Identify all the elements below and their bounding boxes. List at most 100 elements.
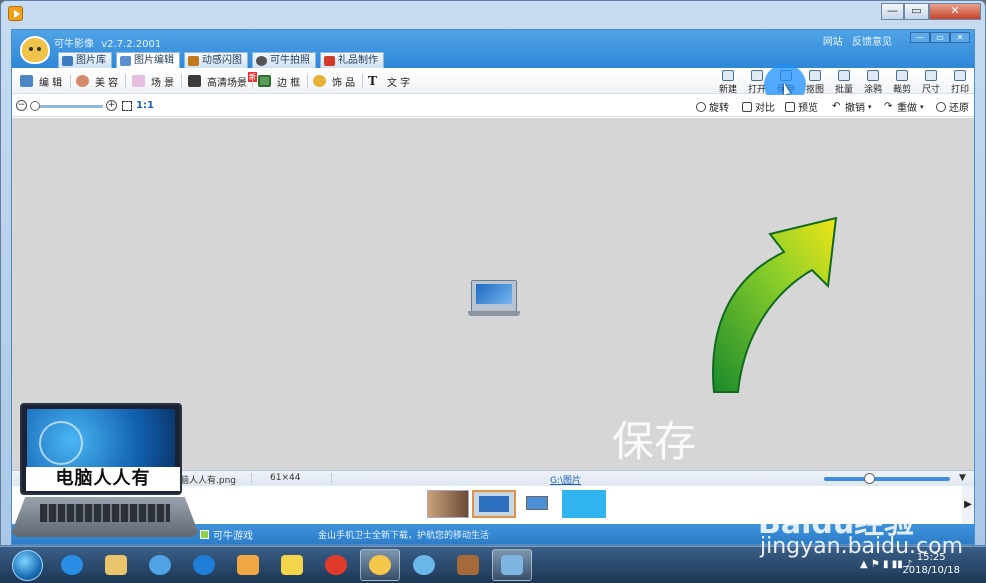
desktop: — ▭ ✕ 可牛影像 v2.7.2.2001 网站 反馈意见 — ▭ ✕ 图片库… — [0, 0, 986, 583]
hd-scene-icon — [188, 75, 201, 87]
edit-picture-icon — [120, 55, 131, 66]
tool-beauty[interactable]: 美 容 — [76, 73, 118, 89]
compare-button[interactable]: 对比 — [742, 99, 775, 114]
taskbar-app-9[interactable] — [404, 549, 444, 581]
doodle-icon — [867, 70, 879, 81]
taskbar-ie-2[interactable] — [184, 549, 224, 581]
taskbar-game[interactable] — [316, 549, 356, 581]
browser-icon — [149, 555, 171, 575]
paint-icon — [237, 555, 259, 575]
taskbar-app-3[interactable] — [140, 549, 180, 581]
tab-picture-edit[interactable]: 图片编辑 — [116, 52, 180, 68]
zoom-in-icon[interactable]: + — [106, 100, 117, 111]
taskbar-kuniu[interactable] — [360, 549, 400, 581]
maximize-button[interactable]: ▭ — [904, 3, 929, 20]
frame-icon — [258, 75, 271, 87]
baidu-url-watermark: jingyan.baidu.com — [760, 534, 964, 559]
camera-icon — [256, 55, 267, 66]
thumbnail-blue[interactable] — [562, 490, 606, 518]
open-folder-icon — [751, 70, 763, 81]
fit-screen-icon[interactable] — [122, 101, 132, 111]
pinwheel-icon — [413, 555, 435, 575]
thumbnail-slider-thumb[interactable] — [864, 473, 875, 484]
clover-icon — [313, 75, 326, 87]
taskbar-app-6[interactable] — [272, 549, 312, 581]
app-minimize-button[interactable]: — — [910, 32, 930, 43]
tool-decoration[interactable]: 饰 品 — [313, 73, 355, 89]
laptop-image[interactable] — [468, 280, 520, 316]
tab-gallery[interactable]: 图片库 — [58, 52, 112, 68]
promo-link[interactable]: 金山手机卫士全新下载，护航您的移动生活 — [318, 528, 489, 541]
tool-scene[interactable]: 场 景 — [132, 73, 174, 89]
folder-path-link[interactable]: G:\图片 — [550, 473, 581, 486]
undo-button[interactable]: ↶ 撤销 ▾ — [832, 99, 872, 114]
cow-app-icon — [369, 555, 391, 575]
games-link[interactable]: 可牛游戏 — [200, 527, 253, 542]
taskbar-paint[interactable] — [228, 549, 268, 581]
undo-dropdown-icon[interactable]: ▾ — [868, 103, 872, 111]
ie-icon — [61, 555, 83, 575]
text-t-icon: T — [368, 74, 377, 88]
tab-gift[interactable]: 礼品制作 — [320, 52, 384, 68]
zoom-slider-thumb[interactable] — [30, 101, 40, 111]
crop-button[interactable]: 裁剪 — [889, 70, 915, 95]
restore-icon — [936, 101, 946, 112]
print-button[interactable]: 打印 — [947, 70, 973, 95]
divider — [181, 74, 182, 88]
tool-edit[interactable]: 编 辑 — [20, 73, 62, 89]
size-button[interactable]: 尺寸 — [918, 70, 944, 95]
app-maximize-button[interactable]: ▭ — [930, 32, 950, 43]
zoom-out-icon[interactable]: − — [16, 100, 27, 111]
collapse-icon[interactable]: ▼ — [959, 473, 966, 483]
tool-text[interactable]: T文 字 — [368, 73, 410, 89]
cutout-icon — [809, 70, 821, 81]
rotate-button[interactable]: 旋转 — [696, 99, 729, 114]
start-button[interactable] — [12, 550, 43, 581]
taskbar-ie[interactable] — [52, 549, 92, 581]
batch-button[interactable]: 批量 — [831, 70, 857, 95]
caption-overlay: 保存 — [612, 417, 697, 466]
thumbnail-laptop-selected[interactable] — [472, 490, 516, 518]
tab-camera[interactable]: 可牛拍照 — [252, 52, 316, 68]
preview-button[interactable]: 预览 — [785, 99, 818, 114]
face-icon — [76, 75, 89, 87]
animation-icon — [188, 55, 199, 66]
clock-date: 2018/10/18 — [902, 565, 960, 576]
feedback-link[interactable]: 反馈意见 — [852, 37, 892, 48]
window-icon — [501, 555, 523, 575]
taskbar-window[interactable] — [492, 549, 532, 581]
thumbnail-laptop-small[interactable] — [524, 490, 550, 518]
restore-button[interactable]: 还原 — [936, 99, 969, 114]
notes-icon — [281, 555, 303, 575]
scroll-right-arrow-icon[interactable]: ▶ — [962, 486, 974, 524]
laptop-label: 电脑人人有 — [26, 467, 180, 491]
tab-animation[interactable]: 动感闪图 — [184, 52, 248, 68]
zoom-slider[interactable] — [30, 101, 103, 111]
doodle-button[interactable]: 涂鸦 — [860, 70, 886, 95]
games-icon — [200, 530, 209, 539]
tool-border[interactable]: 边 框 — [258, 73, 300, 89]
cow-logo-icon — [20, 36, 50, 64]
redo-dropdown-icon[interactable]: ▾ — [920, 103, 924, 111]
close-button[interactable]: ✕ — [929, 3, 981, 20]
taskbar-explorer[interactable] — [96, 549, 136, 581]
taskbar-tools[interactable] — [448, 549, 488, 581]
scene-icon — [132, 75, 145, 87]
tool-hd-scene[interactable]: 高清场景新 — [188, 72, 257, 89]
chess-icon — [325, 555, 347, 575]
website-link[interactable]: 网站 — [823, 37, 843, 48]
minimize-button[interactable]: — — [881, 3, 904, 20]
new-button[interactable]: 新建 — [715, 70, 741, 95]
tool-row: 编 辑 美 容 场 景 高清场景新 边 框 饰 品 T文 字 新建 打开 保存 … — [12, 64, 974, 106]
thumbnail-photo-1[interactable] — [427, 490, 469, 518]
compare-icon — [742, 101, 752, 112]
app-close-button[interactable]: ✕ — [950, 32, 970, 43]
app-titlebar: 可牛影像 v2.7.2.2001 网站 反馈意见 — ▭ ✕ 图片库 图片编辑 … — [12, 30, 974, 68]
actual-size-button[interactable]: 1:1 — [136, 100, 154, 111]
divider — [362, 74, 363, 88]
tools-icon — [457, 555, 479, 575]
redo-button[interactable]: ↷ 重做 ▾ — [884, 99, 924, 114]
app-name: 可牛影像 v2.7.2.2001 — [54, 39, 162, 50]
redo-icon: ↷ — [884, 100, 893, 112]
thumbnail-size-slider[interactable] — [824, 473, 950, 484]
